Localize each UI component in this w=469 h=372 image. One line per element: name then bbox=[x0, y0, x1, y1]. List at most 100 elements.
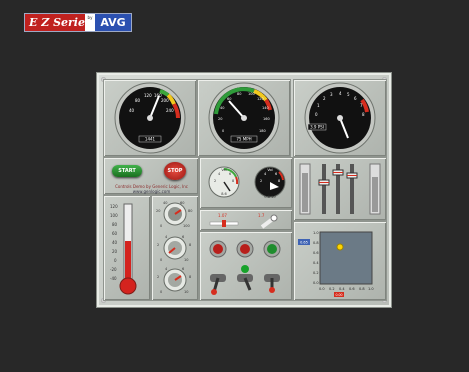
knob1-tick-1: 40 bbox=[163, 201, 167, 205]
gauge3-readout: 3.9 PSI bbox=[310, 125, 324, 130]
plot-y-tick-1: 1.0 bbox=[313, 231, 319, 235]
gauge2-readout: 75 MPH bbox=[236, 137, 251, 142]
mini-sliders-section: 1.07 1.7 bbox=[199, 209, 293, 231]
ez-series-avg-logo: E Z Series by AVG bbox=[24, 13, 132, 32]
knob3-tick-1: 4 bbox=[165, 267, 168, 271]
plot-value-box: 0.65 bbox=[300, 241, 308, 245]
thermo-tick-4: 60 bbox=[112, 231, 118, 236]
plot-x-tick-6: 1.0 bbox=[368, 287, 374, 291]
plot-x-tick-5: 0.8 bbox=[359, 287, 365, 291]
rpm-gauge: 40 80 120 160 200 240 1441 bbox=[114, 82, 186, 154]
dial2-tick-1: 2 bbox=[260, 179, 262, 183]
knobs: 40 20 60 80 0 100 4 6 2 8 0 10 4 6 2 8 0… bbox=[156, 201, 192, 294]
plot-y-tick-2: 0.8 bbox=[313, 241, 319, 245]
knob2-tick-6: 10 bbox=[184, 258, 188, 262]
logo-product: E Z Series bbox=[25, 14, 91, 31]
stop-button[interactable]: STOP bbox=[164, 162, 186, 180]
thermo-tick-7: 0 bbox=[114, 258, 117, 263]
gauge2-tick-3: 40 bbox=[220, 106, 224, 110]
gauge1-tick-2: 80 bbox=[135, 98, 141, 103]
thermo-tick-1: 120 bbox=[110, 204, 118, 209]
dial1-tick-1: 2 bbox=[214, 179, 216, 183]
thermo-tick-8: -20 bbox=[110, 267, 117, 272]
gauge2-tick-1: 0 bbox=[222, 129, 224, 133]
thermometer-section: 120 100 80 60 40 20 0 -20 -40 bbox=[103, 195, 151, 301]
knob3-tick-2: 6 bbox=[182, 267, 184, 271]
gauge1-tick-3: 120 bbox=[144, 93, 152, 98]
thermo-tick-9: -40 bbox=[110, 276, 117, 281]
knob1-tick-5: 0 bbox=[160, 224, 162, 228]
knob1-tick-6: 100 bbox=[183, 224, 190, 228]
slider-label-1: 1.07 bbox=[218, 213, 227, 218]
knob1-tick-4: 80 bbox=[188, 209, 192, 213]
knobs-section: 40 20 60 80 0 100 4 6 2 8 0 10 4 6 2 8 0… bbox=[151, 195, 199, 301]
small-dials-section: Vol 2 4 6 8 8.6 Vol 2 4 6 8 0.8 10 bbox=[199, 157, 293, 209]
thermo-tick-3: 80 bbox=[112, 222, 118, 227]
dial1-readout: 8.6 bbox=[221, 192, 227, 196]
plot-x-tick-3: 0.4 bbox=[339, 287, 345, 291]
start-button[interactable]: START bbox=[112, 165, 142, 177]
gauge1-readout: 1441 bbox=[145, 137, 156, 142]
gauge1-tick-1: 40 bbox=[129, 108, 135, 113]
dial1-tick-3: 6 bbox=[229, 172, 231, 176]
gauge2-tick-6: 100 bbox=[248, 92, 255, 96]
thermo-tick-2: 100 bbox=[110, 213, 118, 218]
xy-plot-section: 0.65 1.0 0.8 0.6 0.4 0.2 0.0 0.0 0.2 0.4… bbox=[293, 221, 387, 301]
dial2-title: Vol bbox=[267, 168, 272, 172]
dial2-tick-4: 8 bbox=[278, 179, 280, 183]
knob2-tick-3: 2 bbox=[157, 243, 159, 247]
logo-brand: AVG bbox=[95, 14, 131, 31]
small-dials: Vol 2 4 6 8 8.6 Vol 2 4 6 8 0.8 10 bbox=[208, 166, 286, 199]
dial1-tick-4: 8 bbox=[232, 179, 234, 183]
gauge2-tick-5: 80 bbox=[237, 92, 241, 96]
speed-gauge: 0 20 40 60 80 100 120 140 160 180 75 MPH bbox=[208, 82, 280, 154]
faders-section bbox=[293, 157, 387, 221]
gauge-section-2: 0 20 40 60 80 100 120 140 160 180 75 MPH bbox=[197, 79, 291, 157]
gauge-section-1: 40 80 120 160 200 240 1441 bbox=[103, 79, 197, 157]
thermo-tick-5: 40 bbox=[112, 240, 118, 245]
thermometer: 120 100 80 60 40 20 0 -20 -40 bbox=[110, 203, 137, 295]
plot-y-tick-5: 0.2 bbox=[313, 271, 319, 275]
plot-x-tick-1: 0.0 bbox=[319, 287, 325, 291]
dial1-title: Vol bbox=[221, 168, 226, 172]
gauge2-tick-10: 180 bbox=[259, 129, 266, 133]
knob2-tick-1: 4 bbox=[165, 235, 168, 239]
credit-line-2: www.genlogic.com bbox=[132, 189, 171, 194]
start-stop-section: START STOP Controls Demo by Generic Logi… bbox=[103, 157, 199, 195]
switches-section bbox=[199, 231, 293, 301]
knob2-tick-5: 0 bbox=[160, 258, 162, 262]
thermo-tick-6: 20 bbox=[112, 249, 118, 254]
pressure-gauge: 0 1 2 3 4 5 6 7 8 3.9 PSI bbox=[304, 82, 376, 154]
plot-y-tick-6: 0.0 bbox=[313, 281, 319, 285]
knob2-tick-4: 8 bbox=[189, 243, 191, 247]
knob1-tick-3: 60 bbox=[180, 201, 184, 205]
plot-x-tick-2: 0.2 bbox=[329, 287, 335, 291]
dial2-tick-3: 6 bbox=[275, 172, 277, 176]
gauge2-tick-4: 60 bbox=[227, 97, 231, 101]
slider-label-2: 1.7 bbox=[258, 213, 265, 218]
knob2-tick-2: 6 bbox=[182, 235, 184, 239]
gauge1-tick-5: 200 bbox=[161, 98, 169, 103]
plot-y-tick-3: 0.6 bbox=[313, 251, 319, 255]
plot-badge: 0.00 bbox=[335, 293, 342, 297]
mini-sliders: 1.07 1.7 bbox=[209, 213, 278, 229]
xy-plot: 0.65 1.0 0.8 0.6 0.4 0.2 0.0 0.0 0.2 0.4… bbox=[298, 231, 374, 297]
knob3-tick-3: 2 bbox=[157, 275, 159, 279]
gauge-section-3: 0 1 2 3 4 5 6 7 8 3.9 PSI bbox=[293, 79, 387, 157]
gauge2-tick-7: 120 bbox=[257, 97, 264, 101]
knob3-tick-4: 8 bbox=[189, 275, 191, 279]
controls-panel: 40 80 120 160 200 240 1441 0 20 40 60 80… bbox=[96, 72, 392, 308]
logo-by: by bbox=[85, 14, 95, 31]
knob1-tick-2: 20 bbox=[156, 209, 160, 213]
knob3-tick-6: 10 bbox=[184, 290, 188, 294]
gauge2-tick-8: 140 bbox=[262, 106, 269, 110]
gauge2-tick-9: 160 bbox=[263, 117, 270, 121]
knob3-tick-5: 0 bbox=[160, 290, 162, 294]
dial2-readout: 0.8 10 bbox=[264, 195, 275, 199]
gauge2-tick-2: 20 bbox=[218, 117, 222, 121]
faders bbox=[299, 163, 381, 215]
plot-y-tick-4: 0.4 bbox=[313, 261, 319, 265]
switches bbox=[209, 240, 281, 295]
gauge1-tick-6: 240 bbox=[166, 108, 174, 113]
plot-x-tick-4: 0.6 bbox=[349, 287, 355, 291]
